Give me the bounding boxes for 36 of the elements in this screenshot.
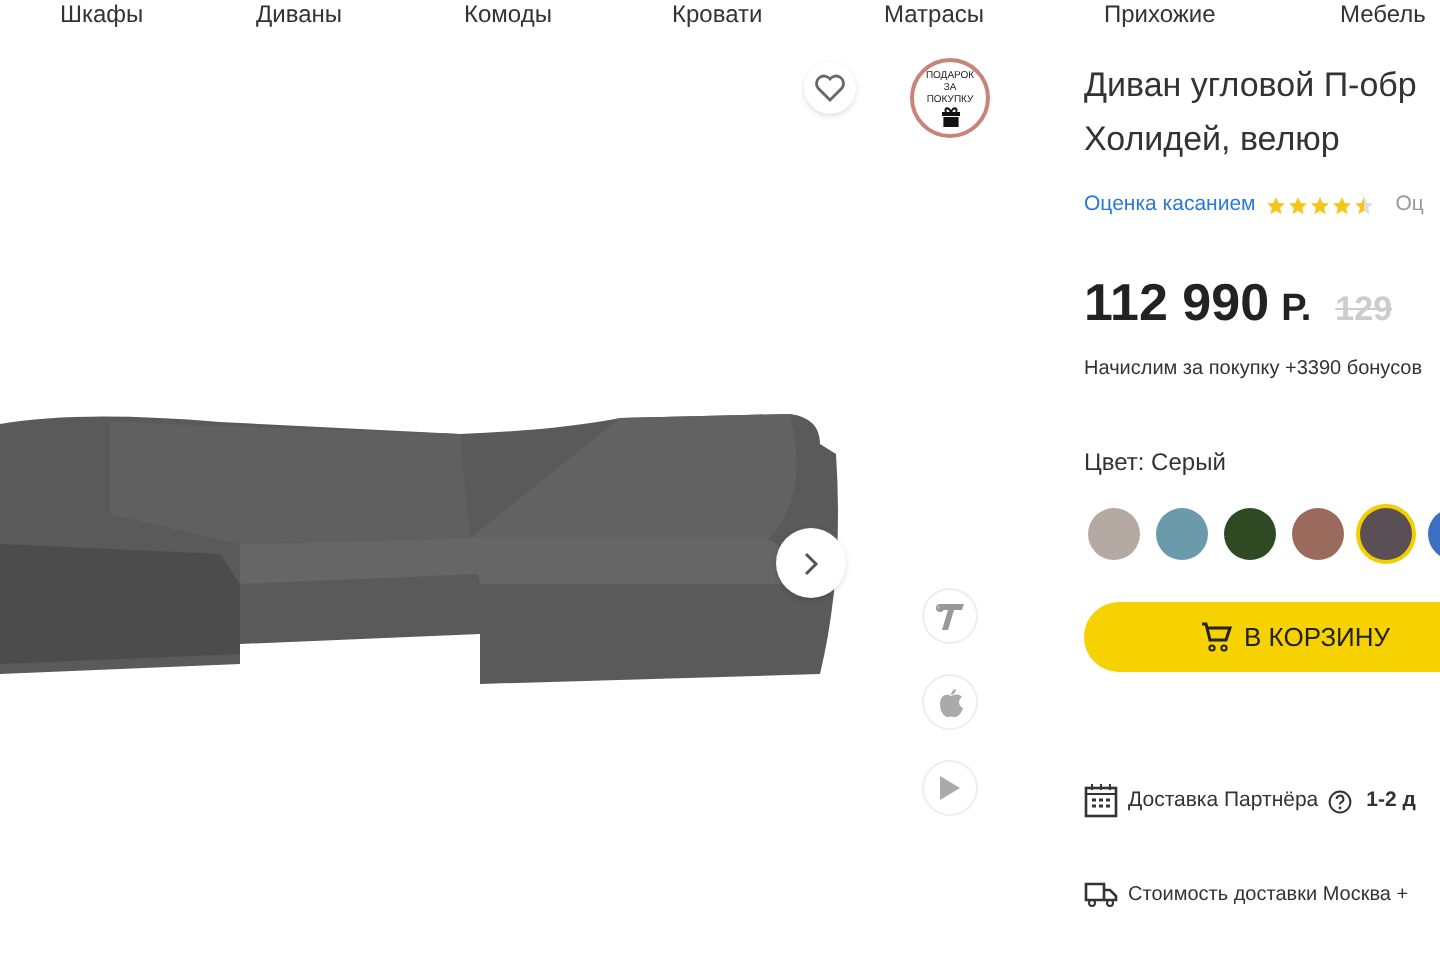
heart-icon xyxy=(814,74,846,102)
t-letter-icon xyxy=(934,600,966,632)
color-swatch[interactable] xyxy=(1088,508,1140,560)
truck-icon xyxy=(1084,882,1118,908)
price-currency: Р. xyxy=(1281,286,1312,334)
color-swatch[interactable] xyxy=(1224,508,1276,560)
apple-icon xyxy=(937,687,963,717)
rating-link[interactable]: Оценка касанием xyxy=(1084,190,1256,222)
color-swatch[interactable] xyxy=(1292,508,1344,560)
color-swatch[interactable] xyxy=(1156,508,1208,560)
nav-link[interactable]: Матрасы xyxy=(884,0,1104,28)
play-store-icon xyxy=(938,774,962,802)
chevron-right-icon xyxy=(803,551,819,575)
nav-link[interactable]: Шкафы xyxy=(60,0,256,28)
color-swatch[interactable] xyxy=(1360,508,1412,560)
calendar-icon xyxy=(1084,784,1118,818)
bonus-text: Начислим за покупку +3390 бонусов xyxy=(1084,356,1425,384)
favorite-button[interactable] xyxy=(804,62,856,114)
delivery-cost-text: Стоимость доставки Москва + xyxy=(1128,882,1409,910)
nav-link[interactable]: Комоды xyxy=(464,0,672,28)
nav-link[interactable]: Диваны xyxy=(256,0,464,28)
color-label: Цвет: Серый xyxy=(1084,446,1228,480)
delivery-term: 1-2 д xyxy=(1366,785,1416,816)
cart-icon xyxy=(1200,622,1232,652)
apple-store-button[interactable] xyxy=(922,674,978,730)
nav-link[interactable]: Мебель xyxy=(1340,0,1440,28)
t-logo-button[interactable] xyxy=(922,588,978,644)
google-play-button[interactable] xyxy=(922,760,978,816)
price: 112 990 xyxy=(1084,270,1270,336)
nav-link[interactable]: Кровати xyxy=(672,0,884,28)
product-title: Диван угловой П-обр Холидей, велюр xyxy=(1084,64,1419,162)
gift-icon xyxy=(939,105,961,127)
nav-link[interactable]: Прихожие xyxy=(1104,0,1340,28)
add-to-cart-button[interactable]: В КОРЗИНУ xyxy=(1084,602,1440,672)
delivery-label: Доставка Партнёра xyxy=(1128,785,1319,816)
help-icon[interactable] xyxy=(1328,789,1353,813)
